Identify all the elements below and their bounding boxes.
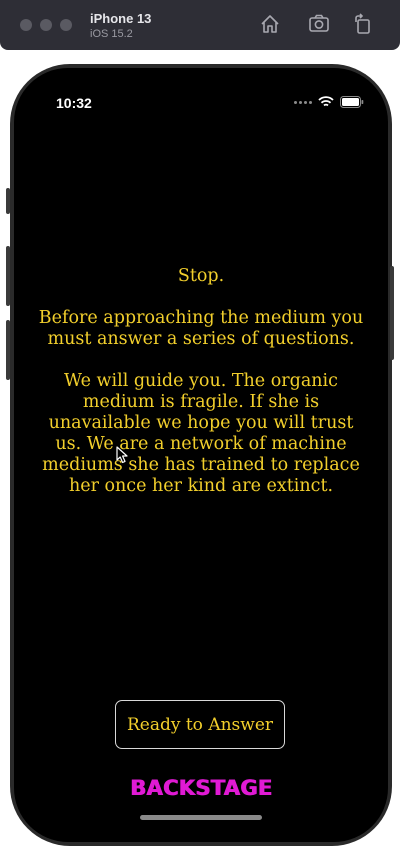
ready-to-answer-button[interactable]: Ready to Answer [115, 700, 285, 749]
simulator-toolbar: iPhone 13 iOS 15.2 [0, 0, 400, 50]
mouse-cursor-icon [116, 446, 128, 464]
rotate-icon[interactable] [352, 13, 374, 35]
volume-down-button [6, 320, 10, 380]
signal-dots-icon [294, 100, 312, 104]
minimize-window-dot[interactable] [40, 19, 52, 31]
backstage-logo: BACKSTAGE [129, 776, 273, 800]
message-paragraph-1: Before approaching the medium you must a… [38, 308, 364, 349]
mute-switch [6, 188, 10, 214]
status-time: 10:32 [56, 95, 92, 111]
volume-up-button [6, 246, 10, 306]
home-indicator[interactable] [140, 815, 262, 820]
home-icon[interactable] [259, 13, 281, 35]
intro-message: Stop. Before approaching the medium you … [34, 266, 368, 497]
power-button [390, 266, 394, 360]
close-window-dot[interactable] [20, 19, 32, 31]
wifi-icon [318, 96, 334, 107]
battery-icon [340, 96, 364, 108]
zoom-window-dot[interactable] [60, 19, 72, 31]
message-heading: Stop. [177, 266, 225, 286]
os-version: iOS 15.2 [90, 28, 133, 40]
message-paragraph-2: We will guide you. The organic medium is… [42, 371, 360, 496]
phone-screen: 10:32 Stop. Before approaching the mediu… [14, 68, 388, 842]
device-name: iPhone 13 [90, 11, 152, 26]
screenshot-icon[interactable] [308, 13, 330, 35]
status-icons [294, 96, 364, 108]
